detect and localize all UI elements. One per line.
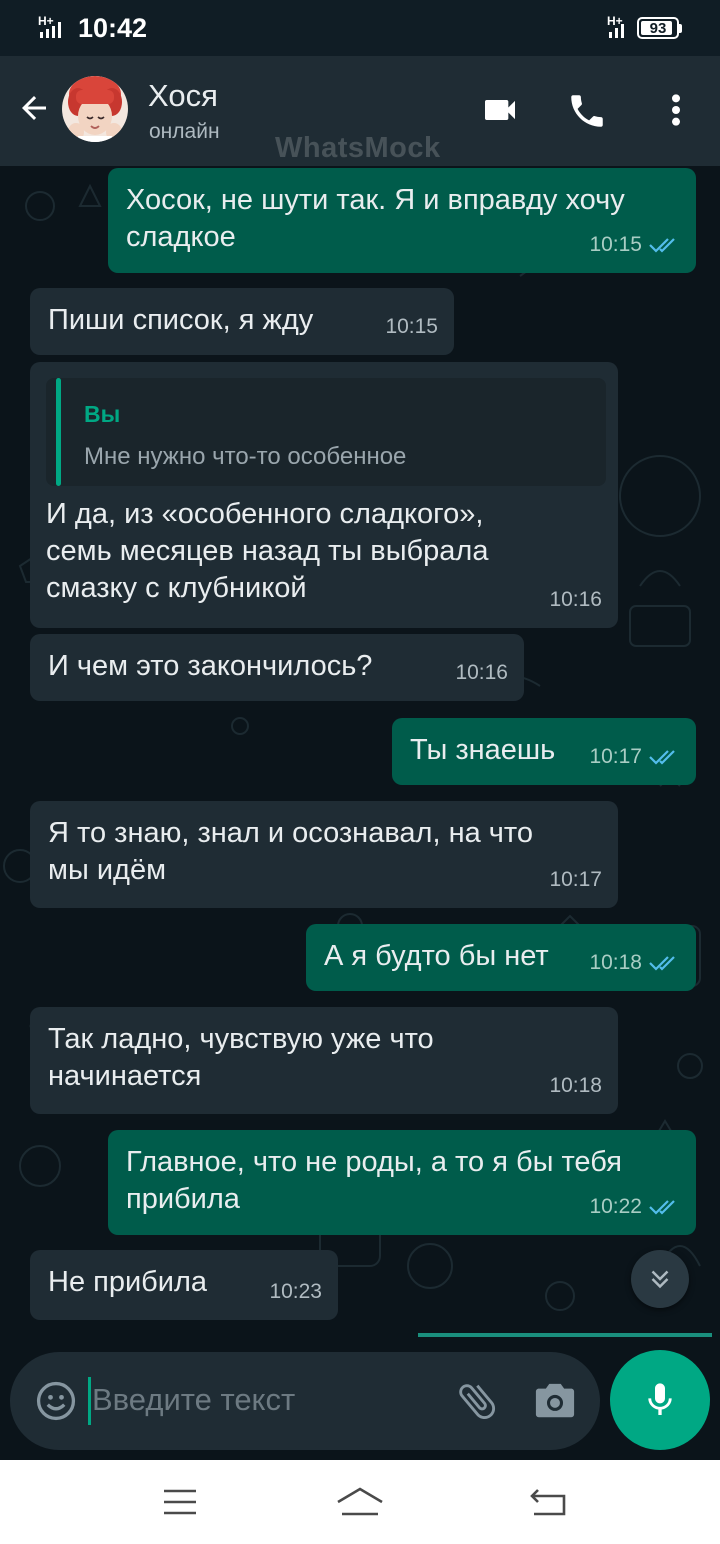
double-check-read-icon bbox=[649, 749, 675, 765]
message-text: И чем это закончилось? bbox=[48, 650, 373, 682]
avatar[interactable] bbox=[62, 76, 128, 142]
battery-icon: 93 bbox=[637, 17, 682, 39]
status-bar: H+ 10:42 H+ 93 bbox=[0, 0, 720, 56]
double-check-read-icon bbox=[649, 955, 675, 971]
message-text: Хосок, не шути так. Я и вправду хочу bbox=[126, 184, 625, 216]
battery-level: 93 bbox=[649, 19, 667, 37]
message-text: Пиши список, я жду bbox=[48, 304, 314, 336]
message-bubble-outgoing[interactable]: Главное, что не роды, а то я бы тебя при… bbox=[108, 1130, 696, 1235]
system-nav-bar bbox=[0, 1460, 720, 1544]
message-time: 10:17 bbox=[549, 868, 602, 891]
network-left-label: H+ bbox=[38, 14, 54, 28]
more-vert-icon[interactable] bbox=[660, 90, 692, 135]
double-check-read-icon bbox=[649, 237, 675, 253]
message-bubble-outgoing[interactable]: А я будто бы нет 10:18 bbox=[306, 924, 696, 991]
home-icon[interactable] bbox=[334, 1486, 386, 1523]
message-text: Главное, что не роды, а то я бы тебя bbox=[126, 1146, 622, 1178]
message-bubble-outgoing[interactable]: Хосок, не шути так. Я и вправду хочу сла… bbox=[108, 168, 696, 273]
message-bubble-incoming[interactable]: И чем это закончилось? 10:16 bbox=[30, 634, 524, 701]
message-text: начинается bbox=[48, 1060, 202, 1092]
back-icon[interactable] bbox=[528, 1486, 568, 1523]
contact-status: онлайн bbox=[149, 120, 220, 143]
chat-header: Хося онлайн WhatsMock bbox=[0, 56, 720, 166]
scroll-to-bottom-button[interactable] bbox=[631, 1250, 689, 1308]
contact-name[interactable]: Хося bbox=[148, 78, 218, 114]
double-check-read-icon bbox=[649, 1199, 675, 1215]
watermark: WhatsMock bbox=[275, 132, 441, 164]
status-right: H+ 93 bbox=[607, 14, 682, 42]
arrow-left-icon[interactable] bbox=[16, 90, 52, 131]
message-time: 10:18 bbox=[549, 1074, 602, 1097]
network-right-icon: H+ bbox=[607, 14, 624, 38]
quote-text: Мне нужно что-то особенное bbox=[84, 443, 407, 470]
message-text-block: И да, из «особенного сладкого», семь мес… bbox=[46, 496, 488, 607]
message-time: 10:17 bbox=[589, 745, 642, 768]
message-bubble-incoming[interactable]: Вы Мне нужно что-то особенное И да, из «… bbox=[30, 362, 618, 628]
paperclip-icon[interactable] bbox=[454, 1378, 500, 1429]
message-time: 10:23 bbox=[269, 1280, 322, 1303]
video-call-icon[interactable] bbox=[480, 90, 520, 135]
message-time: 10:18 bbox=[589, 951, 642, 974]
mic-icon bbox=[648, 1383, 672, 1415]
message-bubble-outgoing[interactable]: Ты знаешь 10:17 bbox=[392, 718, 696, 785]
message-text: мы идём bbox=[48, 854, 167, 886]
message-time: 10:15 bbox=[589, 233, 642, 256]
message-bubble-incoming[interactable]: Так ладно, чувствую уже что начинается 1… bbox=[30, 1007, 618, 1114]
quote-author: Вы bbox=[84, 401, 121, 427]
status-time: 10:42 bbox=[78, 13, 148, 43]
camera-icon[interactable] bbox=[532, 1380, 578, 1427]
message-input[interactable]: Введите текст bbox=[92, 1382, 295, 1418]
phone-icon[interactable] bbox=[566, 90, 608, 137]
network-right-label: H+ bbox=[607, 14, 623, 28]
message-bubble-incoming[interactable]: Не прибила 10:23 bbox=[30, 1250, 338, 1320]
signal-icon: H+ bbox=[38, 14, 72, 47]
message-text: Так ладно, чувствую уже что bbox=[48, 1023, 434, 1055]
mic-button[interactable] bbox=[610, 1350, 710, 1450]
message-composer[interactable]: Введите текст bbox=[10, 1352, 600, 1450]
message-text: Я то знаю, знал и осознавал, на что bbox=[48, 817, 533, 849]
menu-icon[interactable] bbox=[162, 1486, 198, 1523]
message-time: 10:22 bbox=[589, 1195, 642, 1218]
message-bubble-incoming[interactable]: Я то знаю, знал и осознавал, на что мы и… bbox=[30, 801, 618, 908]
message-time: 10:15 bbox=[385, 315, 438, 338]
divider bbox=[418, 1333, 712, 1337]
quoted-reply[interactable]: Вы Мне нужно что-то особенное bbox=[46, 378, 606, 486]
emoji-icon[interactable] bbox=[34, 1379, 78, 1428]
text-caret bbox=[88, 1377, 91, 1425]
message-text: И да, из «особенного сладкого», bbox=[46, 498, 484, 530]
message-bubble-incoming[interactable]: Пиши список, я жду 10:15 bbox=[30, 288, 454, 355]
message-text: семь месяцев назад ты выбрала bbox=[46, 535, 489, 567]
message-text: смазку с клубникой bbox=[46, 572, 307, 604]
message-time: 10:16 bbox=[455, 661, 508, 684]
chevron-double-down-icon bbox=[651, 1270, 669, 1289]
chat-area[interactable]: Хосок, не шути так. Я и вправду хочу сла… bbox=[0, 166, 720, 1346]
message-time: 10:16 bbox=[549, 588, 602, 611]
quote-accent-bar bbox=[56, 378, 61, 486]
